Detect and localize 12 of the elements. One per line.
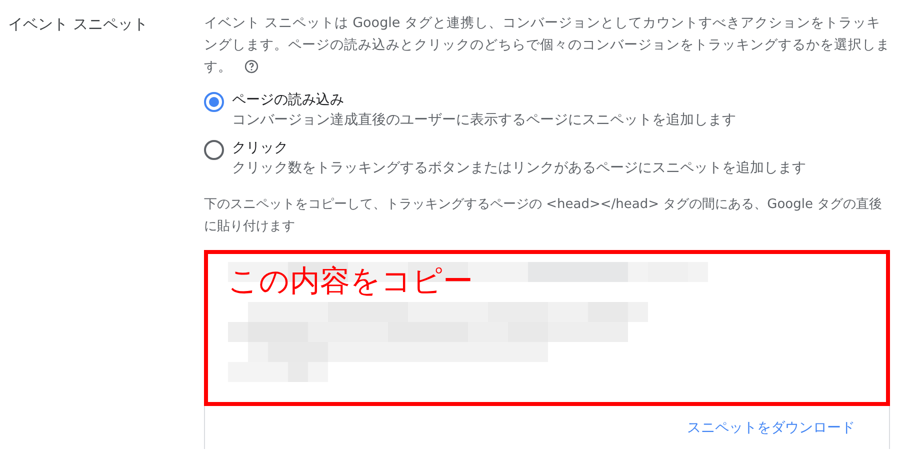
instruction-text: 下のスニペットをコピーして、トラッキングするページの <head></head> タグの間にある、Google タグの直後に貼り付けます [204,196,884,236]
help-icon[interactable] [244,59,259,74]
option-label[interactable]: ページの読み込み [232,90,736,110]
option-label[interactable]: クリック [232,138,806,158]
description-text: イベント スニペットは Google タグと連携し、コンバージョンとしてカウントすべきアクションをトラッキングします。ページの読み込みとクリックのどちらで個々のコンバージョンをトラッキングするかを選択します。 [204,14,891,77]
download-link[interactable]: スニペットをダウンロード [687,418,855,439]
radio-button[interactable] [204,92,224,112]
section-label: イベント スニペット [8,15,148,33]
option-hint: コンバージョン達成直後のユーザーに表示するページにスニペットを追加します [232,111,736,130]
radio-button[interactable] [204,140,224,160]
annotation-text: この内容をコピー [228,264,473,299]
option-hint: クリック数をトラッキングするボタンまたはリンクがあるページにスニペットを追加します [232,159,806,178]
